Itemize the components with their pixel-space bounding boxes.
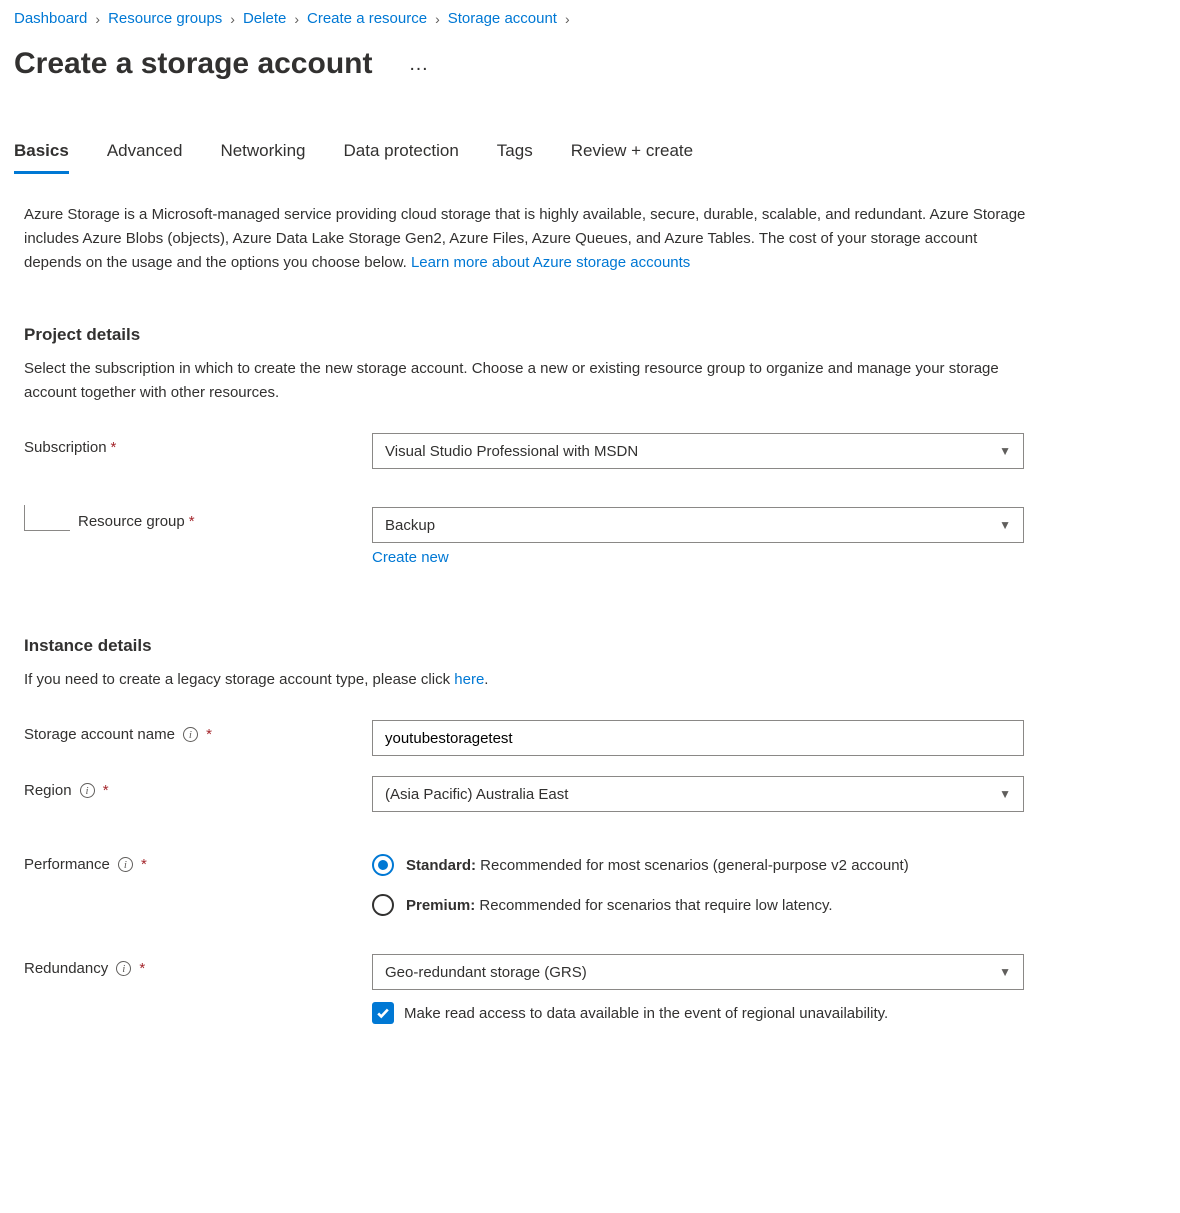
required-marker: * bbox=[137, 856, 147, 873]
indent-connector-icon bbox=[24, 505, 70, 531]
breadcrumb-item[interactable]: Storage account bbox=[448, 10, 557, 27]
chevron-down-icon: ▼ bbox=[999, 518, 1011, 532]
chevron-right-icon: › bbox=[230, 11, 235, 27]
instance-details-header: Instance details bbox=[24, 636, 1034, 656]
required-marker: * bbox=[135, 960, 145, 977]
region-value: (Asia Pacific) Australia East bbox=[385, 786, 568, 803]
perf-premium-bold: Premium: bbox=[406, 897, 475, 914]
performance-label: Performance bbox=[24, 856, 110, 873]
tab-networking[interactable]: Networking bbox=[220, 141, 305, 174]
info-icon[interactable]: i bbox=[80, 783, 95, 798]
chevron-down-icon: ▼ bbox=[999, 444, 1011, 458]
region-select[interactable]: (Asia Pacific) Australia East ▼ bbox=[372, 776, 1024, 812]
breadcrumb-item[interactable]: Resource groups bbox=[108, 10, 222, 27]
resource-group-value: Backup bbox=[385, 517, 435, 534]
storage-account-name-input[interactable] bbox=[372, 720, 1024, 756]
instance-desc-prefix: If you need to create a legacy storage a… bbox=[24, 671, 454, 688]
project-details-desc: Select the subscription in which to crea… bbox=[24, 357, 1034, 405]
chevron-down-icon: ▼ bbox=[999, 965, 1011, 979]
read-access-checkbox[interactable] bbox=[372, 1002, 394, 1024]
performance-premium-radio[interactable] bbox=[372, 894, 394, 916]
perf-standard-bold: Standard: bbox=[406, 857, 476, 874]
tab-list: Basics Advanced Networking Data protecti… bbox=[14, 141, 1166, 175]
required-marker: * bbox=[111, 439, 117, 456]
page-title: Create a storage account bbox=[14, 47, 372, 81]
performance-standard-radio[interactable] bbox=[372, 854, 394, 876]
chevron-right-icon: › bbox=[95, 11, 100, 27]
intro-paragraph: Azure Storage is a Microsoft-managed ser… bbox=[24, 203, 1034, 275]
checkmark-icon bbox=[376, 1006, 390, 1020]
performance-premium-label[interactable]: Premium: Recommended for scenarios that … bbox=[406, 897, 833, 914]
redundancy-label: Redundancy bbox=[24, 960, 108, 977]
storage-account-name-label: Storage account name bbox=[24, 726, 175, 743]
chevron-right-icon: › bbox=[565, 11, 570, 27]
tab-data-protection[interactable]: Data protection bbox=[344, 141, 459, 174]
subscription-value: Visual Studio Professional with MSDN bbox=[385, 443, 638, 460]
resource-group-label: Resource group bbox=[78, 513, 185, 530]
redundancy-value: Geo-redundant storage (GRS) bbox=[385, 964, 587, 981]
instance-details-desc: If you need to create a legacy storage a… bbox=[24, 668, 1034, 692]
project-details-header: Project details bbox=[24, 325, 1034, 345]
more-actions-icon[interactable]: … bbox=[408, 54, 429, 74]
tab-advanced[interactable]: Advanced bbox=[107, 141, 183, 174]
required-marker: * bbox=[202, 726, 212, 743]
region-label: Region bbox=[24, 782, 72, 799]
chevron-right-icon: › bbox=[294, 11, 299, 27]
tab-basics[interactable]: Basics bbox=[14, 141, 69, 174]
create-new-resource-group-link[interactable]: Create new bbox=[372, 549, 449, 566]
breadcrumb-item[interactable]: Delete bbox=[243, 10, 286, 27]
info-icon[interactable]: i bbox=[118, 857, 133, 872]
instance-desc-suffix: . bbox=[484, 671, 488, 688]
tab-tags[interactable]: Tags bbox=[497, 141, 533, 174]
subscription-select[interactable]: Visual Studio Professional with MSDN ▼ bbox=[372, 433, 1024, 469]
learn-more-link[interactable]: Learn more about Azure storage accounts bbox=[411, 254, 690, 271]
info-icon[interactable]: i bbox=[183, 727, 198, 742]
breadcrumb-item[interactable]: Create a resource bbox=[307, 10, 427, 27]
perf-standard-rest: Recommended for most scenarios (general-… bbox=[476, 857, 909, 874]
redundancy-select[interactable]: Geo-redundant storage (GRS) ▼ bbox=[372, 954, 1024, 990]
chevron-down-icon: ▼ bbox=[999, 787, 1011, 801]
info-icon[interactable]: i bbox=[116, 961, 131, 976]
subscription-label: Subscription bbox=[24, 439, 107, 456]
perf-premium-rest: Recommended for scenarios that require l… bbox=[475, 897, 832, 914]
breadcrumb: Dashboard › Resource groups › Delete › C… bbox=[14, 10, 1166, 27]
legacy-account-link[interactable]: here bbox=[454, 671, 484, 688]
tab-review-create[interactable]: Review + create bbox=[571, 141, 693, 174]
performance-standard-label[interactable]: Standard: Recommended for most scenarios… bbox=[406, 857, 909, 874]
required-marker: * bbox=[189, 513, 195, 530]
read-access-label[interactable]: Make read access to data available in th… bbox=[404, 1005, 888, 1022]
chevron-right-icon: › bbox=[435, 11, 440, 27]
required-marker: * bbox=[99, 782, 109, 799]
resource-group-select[interactable]: Backup ▼ bbox=[372, 507, 1024, 543]
breadcrumb-item[interactable]: Dashboard bbox=[14, 10, 87, 27]
